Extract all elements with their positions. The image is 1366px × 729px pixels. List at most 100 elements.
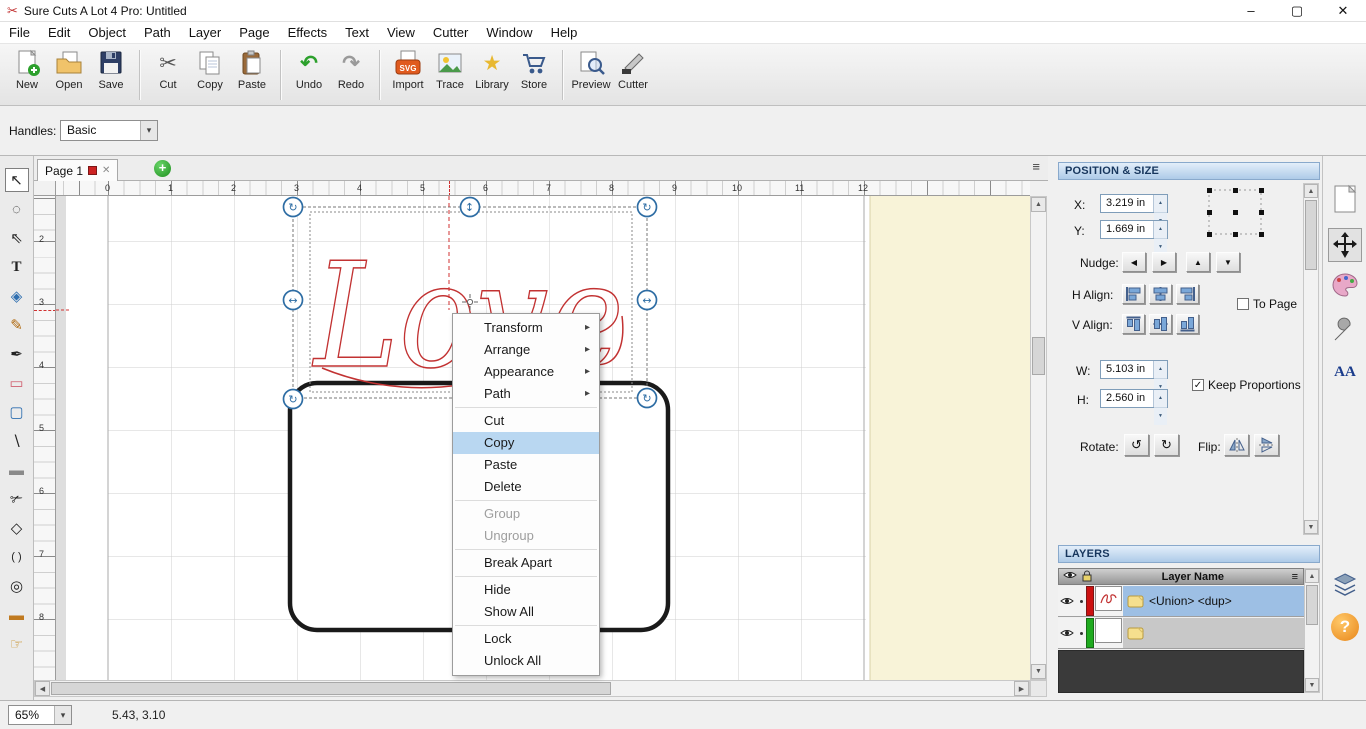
- tab-close-icon[interactable]: ✕: [102, 165, 110, 176]
- handles-dropdown[interactable]: Basic ▾: [60, 120, 158, 141]
- maximize-button[interactable]: ▢: [1274, 0, 1320, 21]
- node-edit-tool[interactable]: ( ): [5, 545, 29, 569]
- stepper-up-icon[interactable]: ▲: [1154, 361, 1167, 379]
- canvas-vertical-scrollbar[interactable]: ▲ ▼: [1030, 196, 1047, 680]
- document-panel-button[interactable]: [1328, 182, 1362, 216]
- h-stepper[interactable]: ▲ ▼: [1153, 390, 1167, 425]
- layer-color-bar[interactable]: [1086, 586, 1094, 616]
- lock-icon[interactable]: [1080, 569, 1094, 585]
- rotate-handle-bottom-right[interactable]: [636, 387, 658, 409]
- context-menu-item-arrange[interactable]: Arrange ▸: [453, 339, 599, 361]
- copy-button[interactable]: Copy: [189, 48, 231, 102]
- context-menu-item-show-all[interactable]: Show All: [453, 601, 599, 623]
- flip-vertical-button[interactable]: [1254, 434, 1279, 456]
- rotate-right-button[interactable]: ↻: [1154, 434, 1179, 456]
- to-page-checkbox[interactable]: [1237, 298, 1249, 310]
- y-input[interactable]: 1.669 in ▲ ▼: [1100, 220, 1168, 256]
- zoom-select[interactable]: 65% ▾: [8, 705, 72, 725]
- save-button[interactable]: Save: [90, 48, 132, 102]
- tab-list-icon[interactable]: ≡: [1032, 159, 1040, 174]
- menu-window[interactable]: Window: [477, 22, 541, 43]
- scroll-thumb[interactable]: [1305, 200, 1317, 270]
- page-color-swatch[interactable]: [88, 166, 98, 175]
- reference-point-grid[interactable]: [1205, 186, 1267, 240]
- selection-tool[interactable]: ↖: [4, 168, 29, 192]
- context-menu-item-cut[interactable]: Cut: [453, 410, 599, 432]
- nudge-up-button[interactable]: ▲: [1186, 252, 1210, 272]
- resize-handle-right[interactable]: [636, 289, 658, 311]
- layers-scrollbar[interactable]: ▲ ▼: [1304, 568, 1320, 693]
- page-tab[interactable]: Page 1 ✕: [37, 159, 119, 181]
- context-menu-item-unlock-all[interactable]: Unlock All: [453, 650, 599, 672]
- menu-text[interactable]: Text: [336, 22, 378, 43]
- context-menu-item-copy[interactable]: Copy: [453, 432, 599, 454]
- zoom-tool[interactable]: ◎: [5, 574, 29, 598]
- polygon-tool[interactable]: ◇: [5, 516, 29, 540]
- layer-row-body[interactable]: [1123, 618, 1304, 648]
- pencil-tool[interactable]: ✎: [5, 313, 29, 337]
- layer-row-body[interactable]: <Union> <dup>: [1123, 586, 1304, 616]
- w-stepper[interactable]: ▲ ▼: [1153, 361, 1167, 396]
- position-size-panel-button[interactable]: [1328, 228, 1362, 262]
- context-menu-item-transform[interactable]: Transform ▸: [453, 317, 599, 339]
- panel-scrollbar[interactable]: ▲ ▼: [1303, 183, 1319, 535]
- help-button[interactable]: ?: [1328, 610, 1362, 644]
- eye-icon[interactable]: [1063, 570, 1077, 583]
- layer-thumbnail[interactable]: [1095, 618, 1122, 643]
- context-menu-item-lock[interactable]: Lock: [453, 628, 599, 650]
- stepper-up-icon[interactable]: ▲: [1154, 195, 1167, 213]
- menu-layer[interactable]: Layer: [180, 22, 231, 43]
- context-menu-item-appearance[interactable]: Appearance ▸: [453, 361, 599, 383]
- rotate-left-button[interactable]: ↺: [1124, 434, 1149, 456]
- position-size-header[interactable]: POSITION & SIZE: [1058, 162, 1320, 180]
- lasso-select-tool[interactable]: ◌: [5, 197, 29, 221]
- layer-row[interactable]: <Union> <dup>: [1058, 586, 1304, 617]
- fill-tool[interactable]: ◈: [5, 284, 29, 308]
- align-right-button[interactable]: [1176, 284, 1199, 304]
- h-input[interactable]: 2.560 in ▲ ▼: [1100, 389, 1168, 425]
- store-button[interactable]: Store: [513, 48, 555, 102]
- stepper-up-icon[interactable]: ▲: [1154, 221, 1167, 239]
- menu-view[interactable]: View: [378, 22, 424, 43]
- keep-proportions-checkbox[interactable]: ✓: [1192, 379, 1204, 391]
- stepper-up-icon[interactable]: ▲: [1154, 390, 1167, 408]
- scroll-down-icon[interactable]: ▼: [1305, 678, 1319, 692]
- scroll-thumb[interactable]: [51, 682, 611, 695]
- pen-tool[interactable]: ✒: [5, 342, 29, 366]
- menu-path[interactable]: Path: [135, 22, 180, 43]
- menu-effects[interactable]: Effects: [279, 22, 337, 43]
- library-button[interactable]: ★ Library: [471, 48, 513, 102]
- flip-horizontal-button[interactable]: [1224, 434, 1249, 456]
- w-input[interactable]: 5.103 in ▲ ▼: [1100, 360, 1168, 396]
- context-menu-item-paste[interactable]: Paste: [453, 454, 599, 476]
- layer-row[interactable]: [1058, 618, 1304, 649]
- rotate-handle-top-right[interactable]: [636, 196, 658, 218]
- align-middle-v-button[interactable]: [1149, 314, 1172, 334]
- scroll-thumb[interactable]: [1032, 337, 1045, 375]
- menu-cutter[interactable]: Cutter: [424, 22, 477, 43]
- undo-button[interactable]: ↶ Undo: [288, 48, 330, 102]
- rotate-handle-top-left[interactable]: [282, 196, 304, 218]
- layer-visibility-toggle[interactable]: [1058, 586, 1076, 616]
- nudge-down-button[interactable]: ▼: [1216, 252, 1240, 272]
- pan-tool[interactable]: ☞: [5, 632, 29, 656]
- scroll-up-icon[interactable]: ▲: [1304, 184, 1318, 198]
- scroll-right-icon[interactable]: ▶: [1014, 681, 1029, 696]
- layers-panel-button[interactable]: [1328, 568, 1362, 602]
- open-button[interactable]: Open: [48, 48, 90, 102]
- context-menu-item-delete[interactable]: Delete: [453, 476, 599, 498]
- menu-help[interactable]: Help: [542, 22, 587, 43]
- tools-panel-button[interactable]: [1328, 312, 1362, 346]
- layers-header[interactable]: LAYERS: [1058, 545, 1320, 563]
- menu-edit[interactable]: Edit: [39, 22, 79, 43]
- redo-button[interactable]: ↷ Redo: [330, 48, 372, 102]
- eraser-tool[interactable]: ▭: [5, 371, 29, 395]
- resize-handle-top[interactable]: [459, 196, 481, 218]
- rotate-handle-bottom-left[interactable]: [282, 388, 304, 410]
- knife-tool[interactable]: ✃: [5, 487, 29, 511]
- layer-thumbnail[interactable]: [1095, 586, 1122, 611]
- nudge-left-button[interactable]: ◀: [1122, 252, 1146, 272]
- minimize-button[interactable]: –: [1228, 0, 1274, 21]
- align-bottom-button[interactable]: [1176, 314, 1199, 334]
- scroll-up-icon[interactable]: ▲: [1305, 569, 1319, 583]
